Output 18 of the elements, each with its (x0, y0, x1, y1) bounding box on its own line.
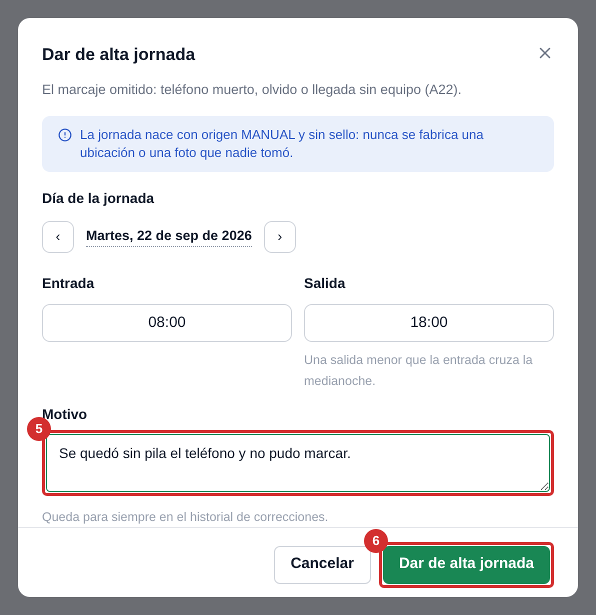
reason-field[interactable]: Se quedó sin pila el teléfono y no pudo marcar. (46, 434, 550, 492)
field-label: Día de la jornada (42, 188, 156, 208)
notice-text: La jornada nace con origen MANUAL y sin sello: nunca se fabrica una ubicación o una foto que nadie tomó. (80, 126, 484, 162)
previous-day-button[interactable]: ‹ (42, 220, 74, 253)
date-picker[interactable]: Martes, 22 de sep de 2026 (86, 226, 252, 248)
field-label: Entrada (42, 274, 96, 293)
field-hint: Una salida menor que la entrada cruza la medianoche. (304, 352, 534, 390)
step-badge: 6 (364, 528, 388, 552)
field-hint: Queda para siempre en el historial de correcciones. (42, 508, 330, 526)
info-icon (58, 128, 72, 142)
next-day-button[interactable]: › (264, 220, 296, 253)
dialog-title: Dar de alta jornada (42, 44, 196, 66)
submit-button[interactable]: Dar de alta jornada (382, 546, 550, 584)
time-field[interactable]: 08:00 (42, 304, 292, 342)
cancel-button[interactable]: Cancelar (274, 546, 371, 584)
dialog-subtitle: El marcaje omitido: teléfono muerto, olvido o llegada sin equipo (A22). (42, 80, 462, 99)
field-label: Salida (304, 274, 346, 293)
time-field[interactable]: 18:00 (304, 304, 554, 342)
